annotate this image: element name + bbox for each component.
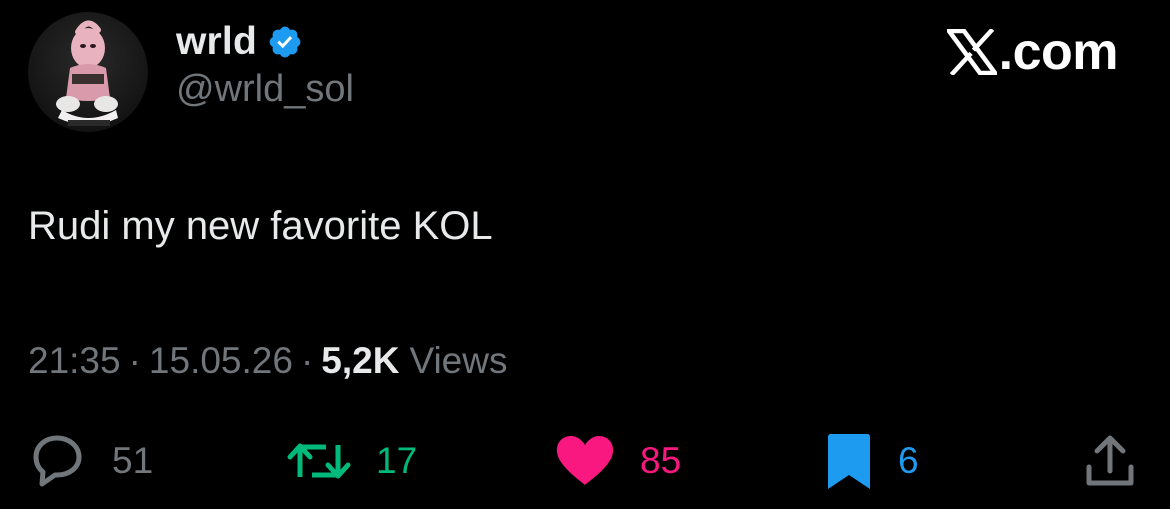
bookmark-icon <box>828 434 870 489</box>
like-count: 85 <box>640 440 682 481</box>
meta-separator: · <box>300 340 314 381</box>
reply-icon <box>33 435 82 487</box>
avatar-image <box>56 20 118 126</box>
tweet-date[interactable]: 15.05.26 <box>149 340 293 382</box>
x-logo-icon <box>946 29 997 75</box>
reply-count: 51 <box>112 440 154 481</box>
x-com-logo: .com <box>946 22 1119 82</box>
reply-button[interactable]: 51 <box>28 428 153 494</box>
bookmark-count: 6 <box>898 440 919 481</box>
heart-icon <box>556 436 614 485</box>
meta-separator: · <box>128 340 141 381</box>
avatar[interactable] <box>28 12 148 132</box>
share-icon <box>1086 435 1134 486</box>
views-count: 5,2K <box>321 340 400 381</box>
repost-button[interactable]: 17 <box>286 428 417 494</box>
repost-icon <box>287 443 351 479</box>
tweet-time[interactable]: 21:35 <box>28 340 121 382</box>
author-name-row: wrld <box>176 18 303 66</box>
views-label: Views <box>409 340 508 381</box>
tweet-text: Rudi my new favorite KOL <box>28 204 493 248</box>
tweet-actions: 51 17 85 6 <box>0 428 1170 494</box>
verified-badge-icon <box>269 26 301 58</box>
repost-count: 17 <box>376 440 418 481</box>
site-domain-text: .com <box>998 23 1119 81</box>
like-button[interactable]: 85 <box>554 428 681 494</box>
share-button[interactable] <box>1084 428 1136 494</box>
author-display-name[interactable]: wrld <box>176 20 257 64</box>
bookmark-button[interactable]: 6 <box>824 428 919 494</box>
tweet-meta: 21:35 · 15.05.26 · 5,2K Views <box>28 340 507 382</box>
author-handle[interactable]: @wrld_sol <box>176 68 354 111</box>
